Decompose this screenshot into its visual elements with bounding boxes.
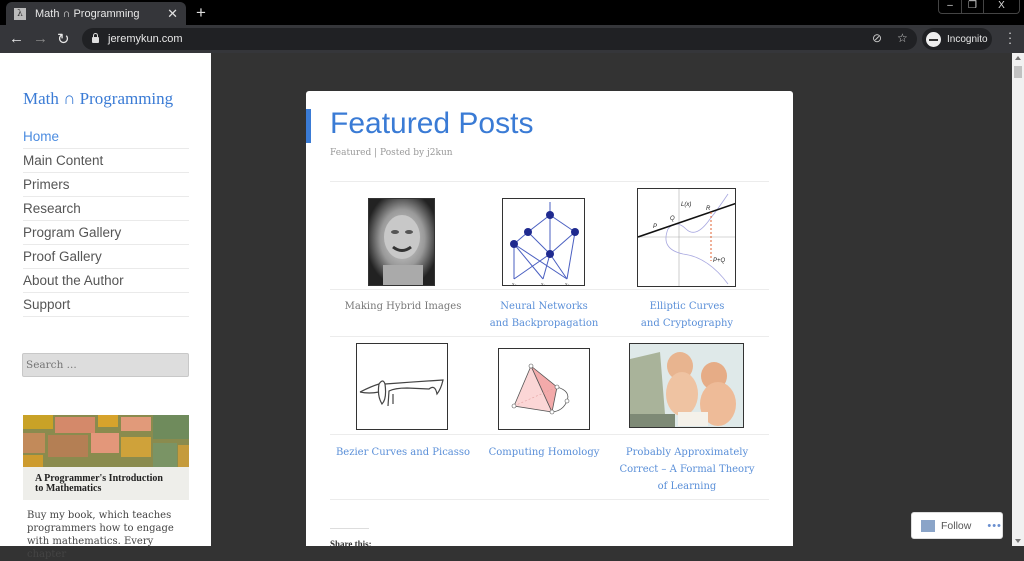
- sidebar: Math ∩ Programming Home Main Content Pri…: [0, 53, 211, 560]
- post-caption-computing-homology[interactable]: Computing Homology: [471, 444, 617, 461]
- browser-tab[interactable]: λ Math ∩ Programming ✕: [6, 2, 186, 25]
- caption-line: Elliptic Curves: [649, 301, 725, 312]
- close-tab-icon[interactable]: ✕: [167, 6, 178, 22]
- neural-network-diagram: x₀ x₁ x₂: [510, 202, 579, 286]
- share-heading: Share this:: [330, 539, 372, 549]
- nav-item-main-content[interactable]: Main Content: [23, 149, 189, 173]
- post-caption-bezier-curves[interactable]: Bezier Curves and Picasso: [330, 444, 476, 461]
- book-cover-art: [23, 415, 189, 467]
- book-cover-image[interactable]: A Programmer's Introduction to Mathemati…: [23, 415, 189, 500]
- tracking-eye-off-icon[interactable]: ⊘: [872, 31, 882, 45]
- row-divider: [330, 434, 769, 435]
- simplicial-complex: [511, 363, 570, 415]
- incognito-icon: [926, 31, 941, 47]
- search-input[interactable]: [22, 353, 189, 377]
- post-caption-hybrid-images[interactable]: Making Hybrid Images: [330, 298, 476, 315]
- follow-label: Follow: [941, 519, 972, 532]
- portrait-image: [369, 199, 434, 285]
- back-arrow-icon[interactable]: ←: [9, 30, 24, 47]
- site-title[interactable]: Math ∩ Programming: [23, 89, 173, 109]
- caption-line: Making Hybrid Images: [344, 301, 462, 312]
- scroll-up-arrow-icon[interactable]: [1015, 56, 1021, 60]
- caption-line: Neural Networks: [500, 301, 588, 312]
- post-caption-elliptic-curves[interactable]: Elliptic Curves and Cryptography: [614, 298, 760, 332]
- featured-posts-article: Featured Posts Featured | Posted by j2ku…: [306, 91, 793, 549]
- hybrid-image-thumbnail[interactable]: [368, 198, 435, 286]
- nn-input-label: x₂: [565, 282, 570, 286]
- caption-line: Computing Homology: [488, 447, 600, 458]
- line-label: L(x): [681, 202, 691, 208]
- nav-item-support[interactable]: Support: [23, 293, 189, 317]
- caption-line: of Learning: [657, 481, 717, 492]
- pac-learning-thumbnail[interactable]: [629, 343, 744, 428]
- page-title: Featured Posts: [330, 107, 534, 140]
- book-title-line-2: to Mathematics: [35, 483, 102, 494]
- elliptic-curve-thumbnail[interactable]: P Q L(x) R P+Q: [637, 188, 736, 287]
- caption-line: Probably Approximately: [625, 447, 749, 458]
- scrollbar-thumb[interactable]: [1014, 66, 1022, 78]
- neural-network-thumbnail[interactable]: x₀ x₁ x₂: [502, 198, 585, 286]
- nav-item-home[interactable]: Home: [23, 125, 189, 149]
- browser-menu-icon[interactable]: · · ·: [1006, 26, 1014, 49]
- elliptic-curve-plot: P Q L(x) R P+Q: [638, 189, 735, 286]
- forward-arrow-icon[interactable]: →: [33, 30, 48, 47]
- divider: [330, 181, 769, 182]
- bookmark-star-icon[interactable]: ☆: [897, 31, 908, 45]
- more-options-icon[interactable]: •••: [987, 520, 1002, 532]
- nn-input-label: x₀: [512, 282, 517, 286]
- tab-strip: λ Math ∩ Programming ✕ + – ❐ X: [0, 0, 1024, 25]
- follow-button[interactable]: Follow •••: [911, 512, 1003, 539]
- point-r-label: R: [706, 206, 711, 212]
- close-window-button[interactable]: X: [983, 0, 1019, 13]
- picasso-dog-drawing: [359, 379, 444, 407]
- incognito-label: Incognito: [947, 33, 988, 45]
- address-bar[interactable]: jeremykun.com ⊘ ☆: [82, 28, 917, 50]
- tab-title: Math ∩ Programming: [35, 7, 140, 20]
- browser-toolbar: ← → ↻ jeremykun.com ⊘ ☆ Incognito · · ·: [0, 25, 1024, 53]
- row-divider: [330, 499, 769, 500]
- page-viewport: Math ∩ Programming Home Main Content Pri…: [0, 53, 1012, 560]
- point-p-label: P: [653, 224, 657, 230]
- window-controls: – ❐ X: [938, 0, 1020, 14]
- restore-button[interactable]: ❐: [961, 0, 983, 13]
- caption-line: Correct – A Formal Theory: [619, 464, 755, 475]
- caption-line: and Cryptography: [640, 318, 734, 329]
- follow-reader-icon: [921, 519, 935, 532]
- url-text: jeremykun.com: [108, 33, 183, 45]
- point-sum-label: P+Q: [713, 258, 726, 264]
- book-description: Buy my book, which teaches programmers h…: [27, 510, 174, 560]
- page-scrollbar[interactable]: [1012, 53, 1024, 546]
- row-divider: [330, 289, 769, 290]
- caption-line: and Backpropagation: [489, 318, 599, 329]
- row-divider: [330, 336, 769, 337]
- sidebar-nav: Home Main Content Primers Research Progr…: [23, 125, 189, 317]
- post-caption-neural-networks[interactable]: Neural Networks and Backpropagation: [471, 298, 617, 332]
- incognito-badge[interactable]: Incognito: [922, 28, 992, 50]
- share-divider: [330, 528, 369, 529]
- caption-line: Bezier Curves and Picasso: [335, 447, 471, 458]
- book-title: A Programmer's Introduction to Mathemati…: [23, 467, 189, 500]
- homology-thumbnail[interactable]: [498, 348, 590, 430]
- bezier-picasso-thumbnail[interactable]: [356, 343, 448, 430]
- minimize-button[interactable]: –: [939, 0, 961, 13]
- nav-item-research[interactable]: Research: [23, 197, 189, 221]
- nav-item-proof-gallery[interactable]: Proof Gallery: [23, 245, 189, 269]
- post-meta: Featured | Posted by j2kun: [330, 148, 453, 158]
- nav-item-about-the-author[interactable]: About the Author: [23, 269, 189, 293]
- favicon-icon: λ: [14, 7, 26, 20]
- babies-computer-photo: [630, 344, 743, 427]
- nav-item-primers[interactable]: Primers: [23, 173, 189, 197]
- scroll-down-arrow-icon[interactable]: [1015, 539, 1021, 543]
- nn-input-label: x₁: [541, 282, 546, 286]
- post-caption-pac-learning[interactable]: Probably Approximately Correct – A Formal…: [614, 444, 760, 495]
- title-accent-bar: [306, 109, 311, 143]
- nav-item-program-gallery[interactable]: Program Gallery: [23, 221, 189, 245]
- point-q-label: Q: [670, 216, 675, 222]
- lock-icon: [92, 33, 99, 43]
- new-tab-button[interactable]: +: [196, 3, 206, 23]
- reload-icon[interactable]: ↻: [57, 30, 70, 48]
